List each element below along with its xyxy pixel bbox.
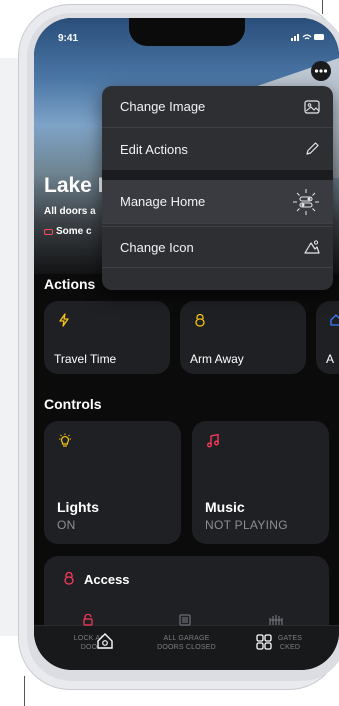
garage-icon [179, 614, 191, 626]
home-alert: Some c [44, 226, 92, 237]
status-time: 9:41 [58, 33, 79, 44]
control-card-lights[interactable]: Lights ON [44, 421, 181, 544]
menu-item-label: Change Icon [120, 239, 194, 255]
ellipsis-icon [314, 69, 328, 73]
menu-item-change-image[interactable]: Change Image [102, 86, 333, 128]
action-label: A [326, 352, 335, 366]
action-card-partial[interactable]: A [316, 301, 339, 374]
phone-screen: 9:41 Lake I All doors a Some c Actions T… [34, 18, 339, 670]
tab-line-2: CKED [279, 644, 301, 651]
quick-status-bar: LOCK AL DOO ALL GARAGE DOORS CLOSED GATE… [34, 614, 339, 670]
options-menu: Change Image Edit Actions Manage Home Ch… [102, 86, 333, 290]
home-status: All doors a [44, 206, 96, 217]
menu-item-manage-home[interactable]: Manage Home [102, 180, 333, 224]
home-alert-text: Some c [56, 226, 92, 237]
control-state: ON [57, 518, 76, 532]
action-card-arm-away[interactable]: Arm Away [180, 301, 306, 374]
image-icon [304, 99, 320, 114]
pencil-icon [306, 142, 319, 155]
gate-icon [269, 615, 283, 625]
menu-separator [102, 170, 333, 180]
more-options-button[interactable] [311, 61, 331, 81]
home-name: Lake I [44, 174, 104, 197]
guide-line-top [322, 0, 323, 14]
menu-item-label: Manage Home [120, 194, 206, 209]
menu-item-edit-actions[interactable]: Edit Actions [102, 128, 333, 170]
sliders-icon [293, 188, 319, 215]
action-label: Travel Time [54, 352, 117, 366]
lock-icon [195, 313, 205, 327]
home-icon [330, 314, 339, 326]
control-card-music[interactable]: Music NOT PLAYING [192, 421, 329, 544]
bulb-icon [59, 433, 71, 447]
signal-wifi-battery-icon [291, 34, 324, 41]
alert-icon [44, 228, 53, 235]
tab-line-1: ALL GARAGE [163, 635, 210, 642]
menu-item-label: Change Image [120, 99, 206, 114]
grid-tab-icon[interactable] [256, 634, 272, 650]
tab-garage-doors[interactable]: ALL GARAGE DOORS CLOSED [149, 634, 224, 652]
lightning-icon [59, 313, 69, 327]
control-label: Lights [57, 499, 99, 515]
controls-heading: Controls [44, 396, 102, 412]
menu-item-label: Edit Actions [120, 141, 188, 157]
notch [129, 18, 245, 46]
home-tab-icon[interactable] [96, 632, 114, 650]
unlock-icon [83, 614, 93, 626]
status-icons [291, 32, 325, 44]
action-card-travel-time[interactable]: Travel Time [44, 301, 170, 374]
home-shape-icon [304, 240, 320, 254]
music-note-icon [207, 433, 219, 448]
tab-line-1: GATES [277, 635, 303, 642]
control-state: NOT PLAYING [205, 518, 288, 532]
access-lock-icon [64, 571, 74, 585]
guide-line-bottom [24, 676, 25, 706]
tab-line-2: DOORS CLOSED [157, 644, 216, 651]
menu-item-change-icon[interactable]: Change Icon [102, 226, 333, 268]
control-label: Music [205, 499, 245, 515]
actions-heading: Actions [44, 276, 96, 292]
action-label: Arm Away [190, 352, 244, 366]
access-heading: Access [84, 572, 130, 587]
